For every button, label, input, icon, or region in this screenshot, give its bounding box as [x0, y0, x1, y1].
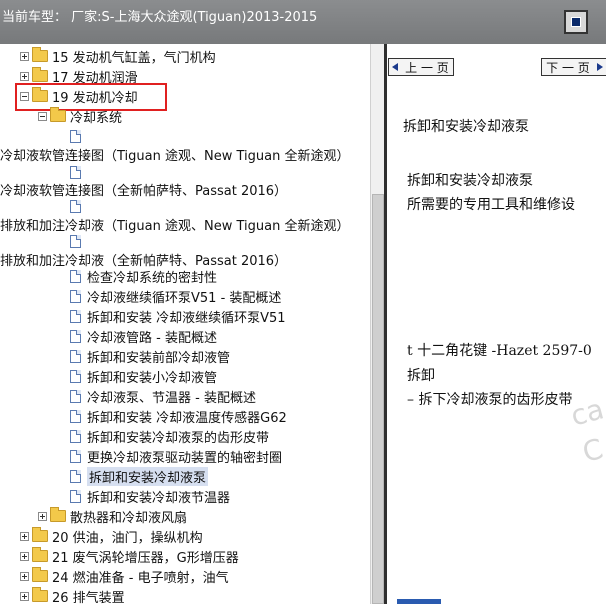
expand-plus-icon[interactable]: [20, 51, 29, 61]
expand-plus-icon[interactable]: [20, 551, 29, 561]
folder-icon: [32, 587, 48, 602]
folder-icon: [32, 547, 48, 562]
document-icon: [70, 409, 81, 423]
document-icon: [70, 199, 81, 213]
tree-leaf[interactable]: 检查冷却系统的密封性: [70, 266, 217, 286]
remove-label: 拆卸: [407, 368, 435, 384]
expand-plus-icon[interactable]: [38, 511, 47, 521]
tree-node-24[interactable]: 24 燃油准备 - 电子喷射，油气: [20, 566, 229, 586]
tree-node-15[interactable]: 15 发动机气缸盖，气门机构: [20, 46, 216, 66]
document-icon: [70, 269, 81, 283]
document-icon: [70, 449, 81, 463]
document-icon: [70, 165, 81, 179]
window-toggle-icon: [571, 17, 581, 27]
document-icon: [70, 234, 81, 248]
content-bottom-bar: [397, 599, 441, 604]
next-page-button[interactable]: 下 一 页: [541, 58, 606, 76]
tree-node-radiator[interactable]: 散热器和冷却液风扇: [38, 506, 187, 526]
expand-plus-icon[interactable]: [20, 571, 29, 581]
expand-minus-icon[interactable]: [38, 111, 47, 121]
next-page-label: 下 一 页: [546, 60, 590, 75]
tree-leaf-selected[interactable]: 拆卸和安装冷却液泵: [70, 466, 209, 486]
document-icon: [70, 369, 81, 383]
prev-page-label: 上 一 页: [405, 60, 449, 75]
document-icon: [70, 309, 81, 323]
page-nav-bar: 上 一 页 下 一 页: [387, 50, 606, 76]
document-icon: [70, 349, 81, 363]
folder-icon: [50, 507, 66, 522]
tree-leaf[interactable]: 更换冷却液泵驱动装置的轴密封圈: [70, 446, 282, 466]
folder-icon: [32, 47, 48, 62]
window-toggle-button[interactable]: [564, 10, 588, 34]
tree-scrollbar[interactable]: [370, 44, 384, 604]
document-icon: [70, 429, 81, 443]
tree-leaf[interactable]: 拆卸和安装 冷却液温度传感器G62: [70, 406, 287, 426]
tree-leaf[interactable]: 冷却液管路 - 装配概述: [70, 326, 217, 346]
tree-leaf[interactable]: 拆卸和安装小冷却液管: [70, 366, 217, 386]
tree-leaf[interactable]: 冷却液软管连接图（Tiguan 途观、New Tiguan 全新途观）: [0, 144, 349, 164]
tree-leaf[interactable]: [70, 196, 87, 216]
folder-icon: [32, 527, 48, 542]
tree-leaf[interactable]: 冷却液继续循环泵V51 - 装配概述: [70, 286, 281, 306]
tree-leaf[interactable]: [70, 231, 87, 251]
page-heading: 拆卸和安装冷却液泵: [403, 119, 529, 135]
tree-node-cooling-system[interactable]: 冷却系统: [38, 106, 122, 126]
tree-panel: 15 发动机气缸盖，气门机构 17 发动机润滑 19 发动机冷却 冷却系统 冷却…: [0, 44, 370, 604]
tree-leaf[interactable]: 拆卸和安装冷却液泵的齿形皮带: [70, 426, 269, 446]
tree-leaf[interactable]: 拆卸和安装 冷却液继续循环泵V51: [70, 306, 286, 326]
window-title: 当前车型： 厂家:S-上海大众途观(Tiguan)2013-2015: [2, 10, 318, 25]
tree-leaf[interactable]: 冷却液泵、节温器 - 装配概述: [70, 386, 256, 406]
tree-node-21[interactable]: 21 废气涡轮增压器，G形增压器: [20, 546, 239, 566]
prev-page-button[interactable]: 上 一 页: [388, 58, 454, 76]
expand-plus-icon[interactable]: [20, 591, 29, 601]
tree-leaf[interactable]: 拆卸和安装前部冷却液管: [70, 346, 230, 366]
folder-icon: [32, 567, 48, 582]
document-icon: [70, 329, 81, 343]
tree-leaf[interactable]: [70, 126, 87, 146]
watermark-mark: ca: [567, 392, 606, 433]
document-icon: [70, 469, 81, 483]
tool-item: t 十二角花键 -Hazet 2597-0: [407, 343, 592, 359]
document-icon: [70, 489, 81, 503]
tree-leaf[interactable]: 排放和加注冷却液（Tiguan 途观、New Tiguan 全新途观）: [0, 214, 349, 234]
section-title: 拆卸和安装冷却液泵: [407, 173, 533, 189]
tree-node-26[interactable]: 26 排气装置: [20, 586, 125, 604]
tree-leaf[interactable]: 拆卸和安装冷却液节温器: [70, 486, 230, 506]
folder-icon: [32, 67, 48, 82]
arrow-left-icon: [392, 63, 398, 71]
title-bar: 当前车型： 厂家:S-上海大众途观(Tiguan)2013-2015: [0, 0, 606, 44]
expand-plus-icon[interactable]: [20, 531, 29, 541]
folder-open-icon: [50, 107, 66, 122]
watermark-mark: C: [579, 432, 606, 469]
tree-leaf[interactable]: 冷却液软管连接图（全新帕萨特、Passat 2016）: [0, 179, 287, 199]
tools-line: 所需要的专用工具和维修设: [407, 197, 575, 213]
expand-plus-icon[interactable]: [20, 71, 29, 81]
document-icon: [70, 129, 81, 143]
tree-node-20[interactable]: 20 供油，油门，操纵机构: [20, 526, 203, 546]
arrow-right-icon: [597, 63, 603, 71]
content-panel: 上 一 页 下 一 页 拆卸和安装冷却液泵 拆卸和安装冷却液泵 所需要的专用工具…: [387, 44, 606, 604]
scrollbar-thumb[interactable]: [372, 194, 384, 604]
document-icon: [70, 389, 81, 403]
document-icon: [70, 289, 81, 303]
step-1: – 拆下冷却液泵的齿形皮带: [407, 392, 573, 408]
